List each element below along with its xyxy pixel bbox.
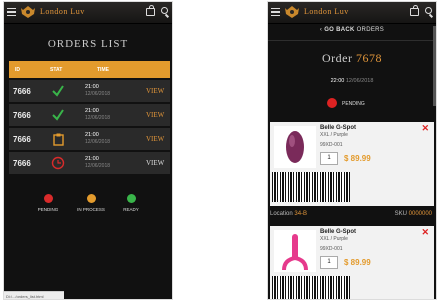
legend-in-process: IN PROCESS [69,194,113,212]
go-back-label: GO BACK [324,27,355,33]
ready-check-icon [52,109,64,121]
time-value: 21:00 [85,84,99,90]
order-id: 7666 [13,87,31,96]
in-process-icon [86,194,96,203]
item-variant: XXL / Purple [320,132,348,138]
ready-check-icon [52,85,64,97]
hamburger-menu-icon[interactable] [271,8,280,16]
sku-label: SKU [394,211,407,217]
date-value: 12/06/2018 [85,91,111,97]
time-value: 21:00 [85,108,99,114]
order-id: 7666 [13,159,31,168]
ready-icon [126,194,136,203]
go-back-link[interactable]: ‹ GO BACK ORDERS [268,27,436,33]
date-value: 12/06/2018 [85,139,111,145]
brand-name: London Luv [40,7,85,16]
shopping-bag-icon[interactable] [146,5,155,16]
time-value: 22:00 [330,78,345,84]
column-status: STAT [50,67,63,73]
go-back-section: ORDERS [356,27,385,33]
time-value: 21:00 [85,156,99,162]
item-name: Belle G-Spot [320,229,357,235]
remove-item-icon[interactable]: ✕ [421,123,429,134]
pending-icon [327,98,337,108]
column-id: ID [15,67,20,73]
search-icon[interactable] [161,7,168,14]
quantity-field[interactable]: 1 [320,256,338,269]
view-button[interactable]: VIEW [146,135,164,143]
barcode-image [272,276,350,299]
scrollbar[interactable] [433,26,436,106]
legend-label: READY [123,207,139,212]
order-time: 21:00 12/06/2018 [85,132,110,146]
order-id: 7666 [13,135,31,144]
view-button[interactable]: VIEW [146,87,164,95]
page-title: ORDERS LIST [47,38,129,50]
item-price: $ 89.99 [344,258,371,267]
legend-label: IN PROCESS [77,207,105,212]
app-header: London Luv [4,2,172,24]
app-header: London Luv [268,2,436,24]
order-label: Order [322,51,353,65]
legend-pending: PENDING [26,194,70,212]
browser-status-bar: Di:/.../orders_list.html [4,291,64,299]
order-time: 21:00 12/06/2018 [85,84,110,98]
quantity-field[interactable]: 1 [320,152,338,165]
sku: SKU 0000000 [395,211,432,217]
legend-ready: READY [109,194,153,212]
order-time: 22:00 12/06/2018 [268,78,436,84]
in-process-clipboard-icon [53,133,64,146]
table-row[interactable]: 7666 21:00 12/06/2018 VIEW [9,80,170,102]
item-name: Belle G-Spot [320,125,357,131]
pending-icon [43,194,53,203]
order-item: Belle G-Spot XXL / Purple 99XD-001 1 $ 8… [270,226,434,299]
shopping-bag-icon[interactable] [410,5,419,16]
barcode-image [272,172,350,202]
view-button[interactable]: VIEW [146,159,164,167]
table-row[interactable]: 7666 21:00 12/06/2018 VIEW [9,152,170,174]
table-row[interactable]: 7666 21:00 12/06/2018 VIEW [9,128,170,150]
order-id: 7666 [13,111,31,120]
view-button[interactable]: VIEW [146,111,164,119]
orders-table-header: ID STAT TIME [9,61,170,78]
pink-vibrator-icon [282,234,308,271]
column-time: TIME [97,67,109,73]
divider [268,40,436,41]
sku-value: 0000000 [408,211,432,217]
product-image [274,230,316,272]
location-row: Location 34-B SKU 0000000 [270,209,434,223]
time-value: 21:00 [85,132,99,138]
status-label: PENDING [342,101,365,107]
item-price: $ 89.99 [344,154,371,163]
remove-item-icon[interactable]: ✕ [421,227,429,238]
order-title: Order 7678 [268,51,436,66]
hamburger-menu-icon[interactable] [7,8,16,16]
product-image [274,126,316,168]
item-variant: XXL / Purple [320,236,348,242]
table-row[interactable]: 7666 21:00 12/06/2018 VIEW [9,104,170,126]
brand-name: London Luv [304,7,349,16]
location: Location 34-B [270,211,307,217]
order-number: 7678 [355,51,382,65]
brand-logo [285,6,299,18]
orders-list-screen: London Luv ORDERS LIST ID STAT TIME 7666… [3,1,173,300]
brand-logo [21,6,35,18]
location-value: 34-B [294,211,308,217]
order-item: Belle G-Spot XXL / Purple 99XD-001 1 $ 8… [270,122,434,206]
item-code: 99XD-001 [320,246,343,252]
item-code: 99XD-001 [320,142,343,148]
search-icon[interactable] [425,7,432,14]
date-value: 12/06/2018 [85,115,111,121]
order-time: 21:00 12/06/2018 [85,108,110,122]
location-label: Location [270,211,293,217]
purple-vibrator-icon [286,131,304,163]
date-value: 12/06/2018 [345,78,374,84]
pending-clock-icon [51,156,65,170]
date-value: 12/06/2018 [85,163,111,169]
legend-label: PENDING [37,207,59,212]
order-detail-screen: London Luv ‹ GO BACK ORDERS Order 7678 2… [267,1,437,300]
order-time: 21:00 12/06/2018 [85,156,110,170]
back-arrow-icon: ‹ [319,27,323,33]
